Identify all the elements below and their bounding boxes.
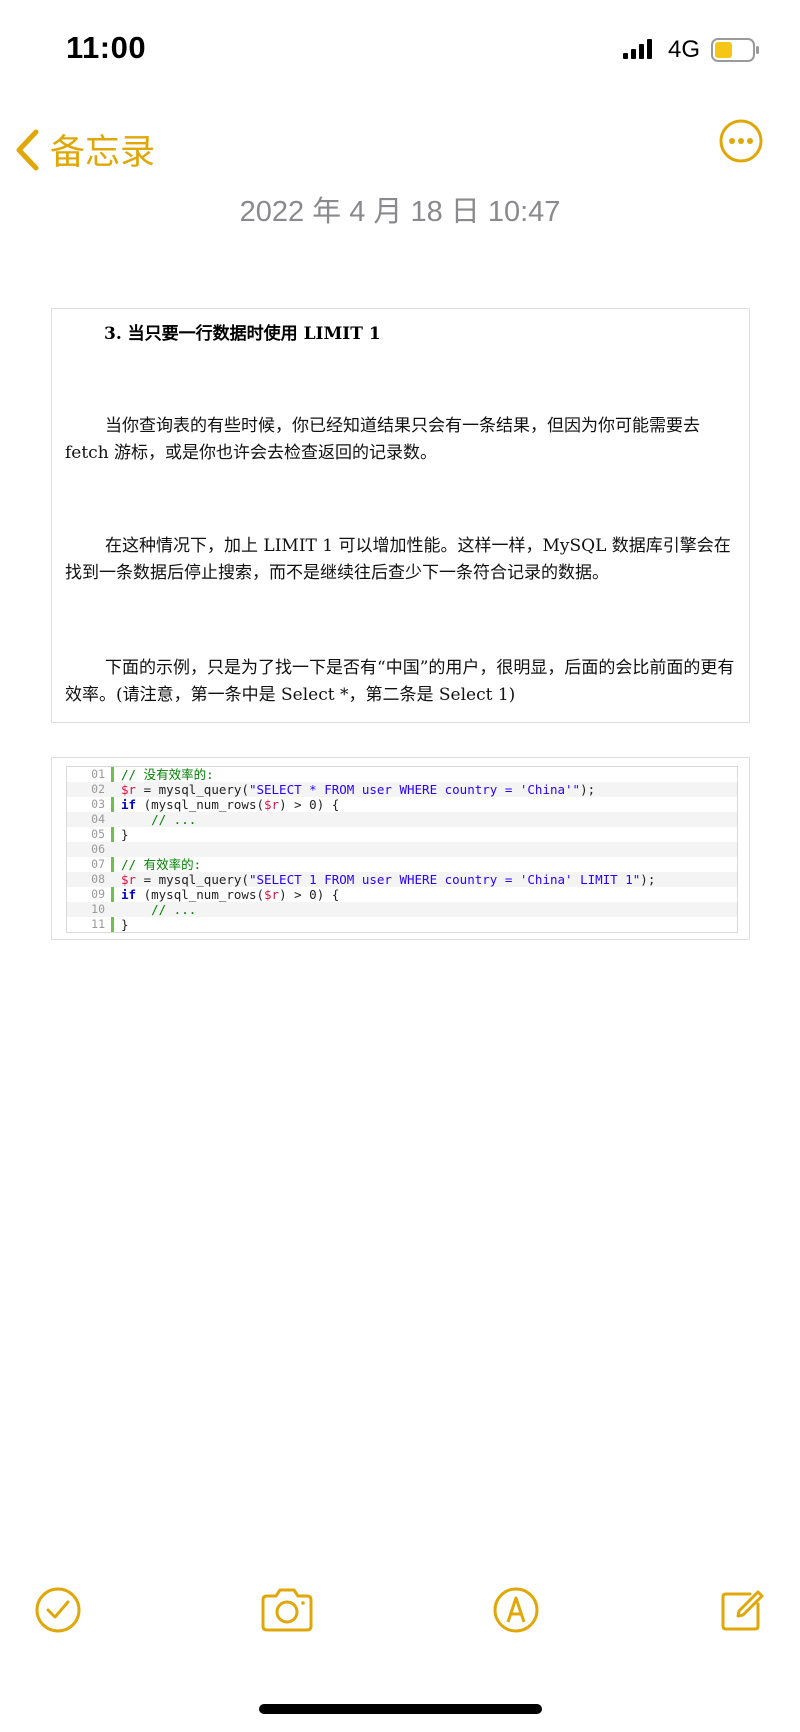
cellular-signal-icon	[623, 39, 652, 59]
document-image[interactable]: 3. 当只要一行数据时使用 LIMIT 1 当你查询表的有些时候，你已经知道结果…	[51, 308, 750, 723]
code-line: 07 // 有效率的:	[67, 857, 737, 872]
code-line: 03 if (mysql_num_rows($r) > 0) {	[67, 797, 737, 812]
code-text: // 有效率的:	[121, 857, 202, 872]
code-line: 09 if (mysql_num_rows($r) > 0) {	[67, 887, 737, 902]
code-text: $r = mysql_query("SELECT * FROM user WHE…	[121, 782, 596, 797]
line-number: 02	[91, 782, 105, 796]
line-number: 05	[91, 827, 105, 841]
status-bar: 11:00 4G	[0, 0, 800, 100]
code-text: }	[121, 827, 129, 842]
nav-bar: 备忘录	[0, 110, 800, 180]
camera-icon[interactable]	[259, 1586, 315, 1634]
back-label: 备忘录	[50, 133, 156, 173]
code-line: 10 // ...	[67, 902, 737, 917]
doc-paragraph: 下面的示例，只是为了找一下是否有“中国”的用户，很明显，后面的会比前面的更有效率…	[65, 658, 735, 705]
line-number: 06	[91, 842, 105, 856]
code-line: 01 // 没有效率的:	[67, 767, 737, 782]
line-number: 08	[91, 872, 105, 886]
markup-icon[interactable]	[492, 1586, 540, 1634]
code-line: 02 $r = mysql_query("SELECT * FROM user W…	[67, 782, 737, 797]
doc-paragraph: 当你查询表的有些时候，你已经知道结果只会有一条结果，但因为你可能需要去 fetc…	[65, 416, 700, 463]
line-number: 11	[91, 917, 105, 931]
chevron-left-icon	[16, 129, 39, 170]
code-line: 04 // ...	[67, 812, 737, 827]
status-time: 11:00	[66, 30, 147, 65]
code-image[interactable]: 01 // 没有效率的: 02 $r = mysql_query("SELECT * …	[51, 757, 750, 940]
code-text: // ...	[121, 902, 197, 917]
line-number: 04	[91, 812, 105, 826]
compose-icon[interactable]	[718, 1586, 766, 1634]
code-line: 11}	[67, 917, 737, 932]
battery-icon	[711, 38, 759, 62]
code-panel: 01 // 没有效率的: 02 $r = mysql_query("SELECT * …	[66, 766, 738, 933]
line-number: 09	[91, 887, 105, 901]
doc-heading: 3. 当只要一行数据时使用 LIMIT 1	[104, 324, 381, 344]
home-indicator[interactable]	[259, 1704, 542, 1714]
line-number: 01	[91, 767, 105, 781]
doc-paragraph: 在这种情况下，加上 LIMIT 1 可以增加性能。这样一样，MySQL 数据库引…	[65, 536, 731, 583]
code-text: if (mysql_num_rows($r) > 0) {	[121, 797, 340, 812]
note-date: 2022 年 4 月 18 日 10:47	[239, 196, 561, 228]
code-line: 06	[67, 842, 737, 857]
code-text: }	[121, 917, 129, 932]
line-number: 10	[91, 902, 105, 916]
checklist-icon[interactable]	[34, 1586, 82, 1634]
code-text: // 没有效率的:	[121, 767, 214, 782]
network-type: 4G	[668, 36, 701, 63]
code-text: if (mysql_num_rows($r) > 0) {	[121, 887, 340, 902]
code-line: 05}	[67, 827, 737, 842]
code-line: 08 $r = mysql_query("SELECT 1 FROM user W…	[67, 872, 737, 887]
line-number: 03	[91, 797, 105, 811]
back-button[interactable]: 备忘录	[14, 124, 155, 175]
ellipsis-circle-icon[interactable]	[718, 118, 764, 164]
code-text: $r = mysql_query("SELECT 1 FROM user WHE…	[121, 872, 656, 887]
line-number: 07	[91, 857, 105, 871]
code-text: // ...	[121, 812, 197, 827]
bottom-toolbar	[0, 1586, 800, 1656]
